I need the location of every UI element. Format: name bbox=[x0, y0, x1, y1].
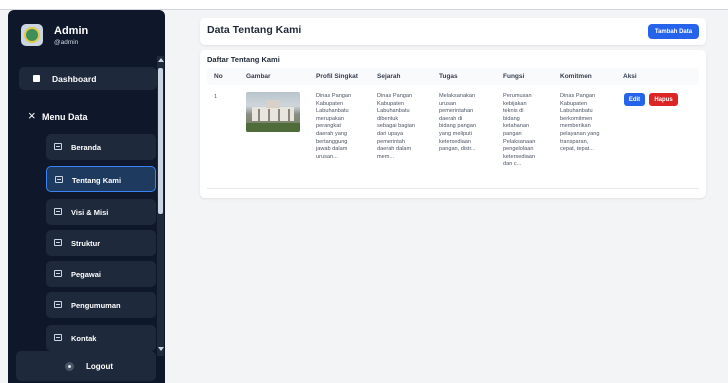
menu-group-label: Menu Data bbox=[42, 112, 88, 122]
edit-button[interactable]: Edit bbox=[624, 93, 645, 106]
column-header-profil: Profil Singkat bbox=[316, 73, 358, 80]
logout-icon bbox=[65, 362, 74, 371]
row-divider bbox=[207, 188, 699, 189]
user-handle: @admin bbox=[54, 39, 79, 46]
logout-button[interactable]: Logout bbox=[16, 351, 156, 381]
column-header-komitmen: Komitmen bbox=[560, 73, 592, 80]
scroll-up-icon[interactable] bbox=[158, 58, 164, 62]
column-header-no: No bbox=[214, 73, 223, 80]
column-header-sejarah: Sejarah bbox=[377, 73, 401, 80]
folder-icon bbox=[54, 270, 62, 277]
sidebar-item-label: Pengumuman bbox=[71, 301, 121, 310]
column-header-fungsi: Fungsi bbox=[503, 73, 525, 80]
sidebar-item-dashboard[interactable]: Dashboard bbox=[19, 67, 157, 90]
sidebar-item-label: Struktur bbox=[71, 239, 101, 248]
folder-icon bbox=[54, 208, 62, 215]
sidebar-item-beranda[interactable]: Beranda bbox=[46, 134, 156, 160]
folder-icon bbox=[54, 143, 62, 150]
column-header-aksi: Aksi bbox=[623, 73, 637, 80]
data-table-card: Daftar Tentang Kami No Gambar Profil Sin… bbox=[200, 50, 706, 198]
page-title: Data Tentang Kami bbox=[207, 24, 302, 36]
menu-data-toggle[interactable]: × Menu Data bbox=[20, 106, 158, 128]
user-name: Admin bbox=[54, 25, 89, 37]
cell-no: 1 bbox=[214, 94, 218, 100]
folder-icon bbox=[54, 239, 62, 246]
scroll-down-icon[interactable] bbox=[158, 347, 164, 351]
sidebar-item-tentang-kami[interactable]: Tentang Kami bbox=[46, 166, 156, 192]
user-profile: Admin @admin bbox=[8, 10, 165, 54]
sidebar-item-label: Tentang Kami bbox=[72, 176, 122, 185]
column-header-tugas: Tugas bbox=[439, 73, 458, 80]
logo-icon bbox=[24, 27, 40, 43]
sidebar-item-visi-misi[interactable]: Visi & Misi bbox=[46, 199, 156, 225]
sidebar-item-label: Pegawai bbox=[71, 270, 102, 279]
dashboard-icon bbox=[33, 75, 40, 82]
folder-icon bbox=[55, 176, 63, 183]
building-photo bbox=[246, 92, 300, 132]
cell-fungsi: Perumusan kebijakan teknis di bidang ket… bbox=[503, 93, 536, 168]
folder-icon bbox=[54, 301, 62, 308]
sidebar-item-label: Visi & Misi bbox=[71, 208, 109, 217]
delete-button[interactable]: Hapus bbox=[649, 93, 678, 106]
top-strip bbox=[0, 0, 728, 9]
add-data-button[interactable]: Tambah Data bbox=[648, 24, 699, 39]
table-title: Daftar Tentang Kami bbox=[207, 55, 280, 64]
close-icon: × bbox=[28, 108, 36, 123]
sidebar-item-pegawai[interactable]: Pegawai bbox=[46, 261, 156, 287]
avatar bbox=[21, 24, 43, 46]
cell-komitmen: Dinas Pangan Kabupaten Labuhanbatu berko… bbox=[560, 93, 600, 153]
sidebar: Admin @admin Dashboard × Menu Data Beran… bbox=[8, 10, 165, 383]
column-header-gambar: Gambar bbox=[246, 73, 271, 80]
cell-tugas: Melaksanakan urusan pemerintahan daerah … bbox=[439, 93, 477, 153]
cell-profil-singkat: Dinas Pangan Kabupaten Labuhanbatu merup… bbox=[316, 93, 352, 160]
folder-icon bbox=[54, 334, 62, 341]
scrollbar-thumb[interactable] bbox=[158, 68, 163, 214]
cell-sejarah: Dinas Pangan Kabupaten Labuhanbatu diben… bbox=[377, 93, 415, 160]
logout-label: Logout bbox=[86, 362, 114, 371]
sidebar-item-struktur[interactable]: Struktur bbox=[46, 230, 156, 256]
sidebar-item-kontak[interactable]: Kontak bbox=[46, 325, 156, 351]
sidebar-item-pengumuman[interactable]: Pengumuman bbox=[46, 292, 156, 318]
page-header: Data Tentang Kami Tambah Data bbox=[200, 18, 706, 45]
sidebar-item-label: Dashboard bbox=[52, 74, 97, 84]
sidebar-item-label: Beranda bbox=[71, 143, 102, 152]
sidebar-item-label: Kontak bbox=[71, 334, 97, 343]
